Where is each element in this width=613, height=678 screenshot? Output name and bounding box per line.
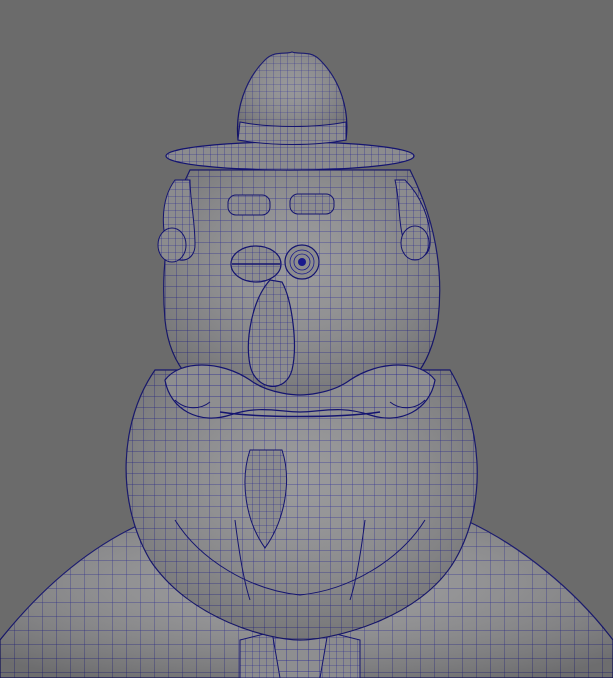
hat-mesh[interactable]	[165, 51, 415, 171]
character-mesh-render[interactable]	[0, 0, 613, 678]
viewport-3d[interactable]	[0, 0, 613, 678]
